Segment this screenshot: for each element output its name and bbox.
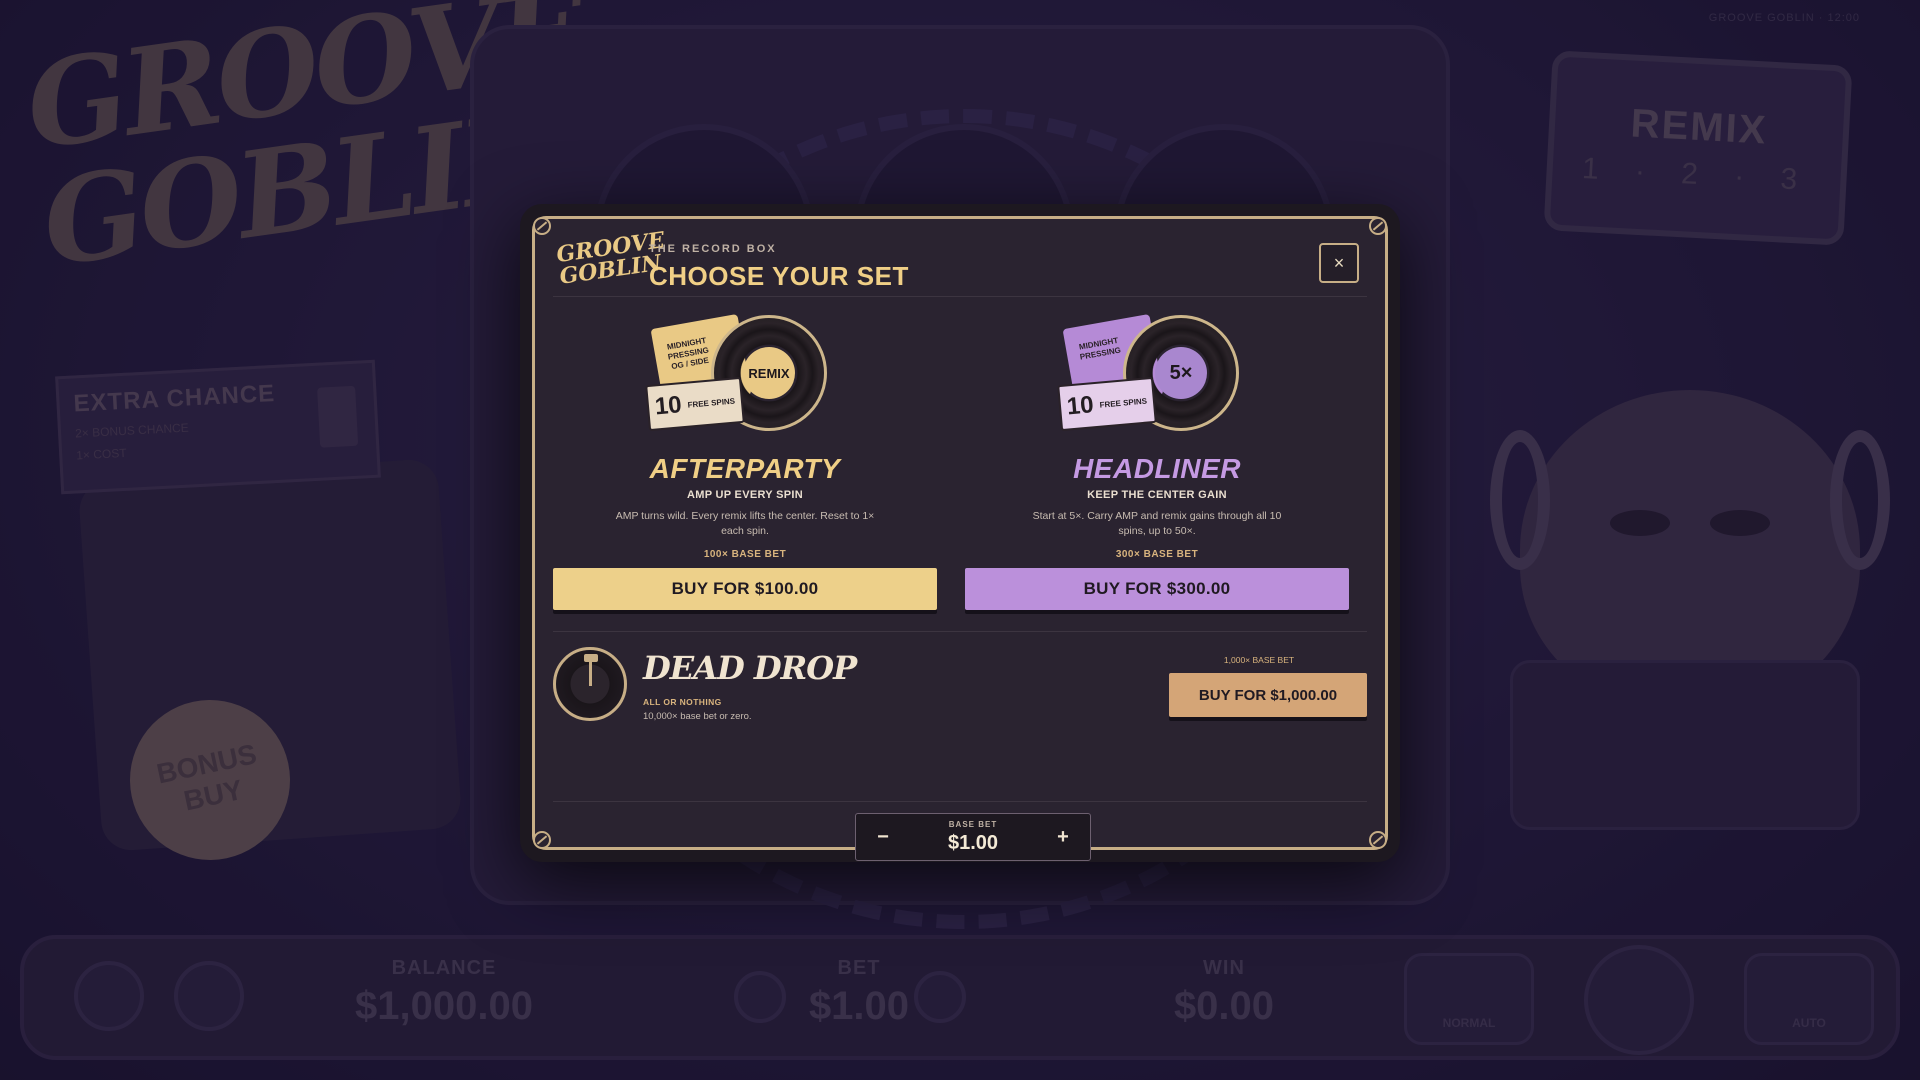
- screw-icon: [1369, 217, 1387, 235]
- option-subtitle: AMP UP EVERY SPIN: [687, 489, 803, 501]
- free-spins-count: 10: [653, 391, 683, 421]
- screw-icon: [1369, 831, 1387, 849]
- modal-logo: GROOVE GOBLIN: [554, 227, 667, 290]
- record-label: REMIX: [743, 347, 795, 399]
- free-spins-label: FREE SPINS: [1099, 396, 1148, 410]
- option-multiplier: 100× BASE BET: [703, 549, 787, 560]
- modal-frame: GROOVE GOBLIN THE RECORD BOX CHOOSE YOUR…: [532, 216, 1388, 861]
- option-description: AMP turns wild. Every remix lifts the ce…: [615, 510, 875, 537]
- option-subtitle: KEEP THE CENTER GAIN: [1087, 489, 1227, 501]
- free-spins-count: 10: [1065, 391, 1095, 421]
- section-divider: [553, 631, 1367, 632]
- modal-subtitle: THE RECORD BOX: [649, 243, 777, 255]
- option-description: Start at 5×. Carry AMP and remix gains t…: [1032, 510, 1282, 537]
- option-card-headliner: MIDNIGHT PRESSING 5× 10 FREE SPINS HEADL…: [965, 309, 1349, 619]
- dead-drop-title: DEAD DROP: [643, 649, 857, 687]
- free-spins-tag: 10 FREE SPINS: [645, 376, 745, 432]
- free-spins-tag: 10 FREE SPINS: [1057, 376, 1157, 432]
- bonus-buy-modal: GROOVE GOBLIN THE RECORD BOX CHOOSE YOUR…: [520, 204, 1400, 862]
- afterparty-artwork: MIDNIGHT PRESSING OG / SIDE REMIX 10 FRE…: [645, 313, 845, 445]
- increase-bet-button[interactable]: +: [1048, 822, 1078, 852]
- option-title: AFTERPARTY: [649, 453, 841, 484]
- modal-title: CHOOSE YOUR SET: [649, 261, 909, 291]
- record-label: 5×: [1155, 347, 1207, 399]
- option-title: HEADLINER: [1073, 453, 1241, 484]
- footer-divider: [553, 801, 1367, 802]
- buy-afterparty-button[interactable]: BUY FOR $100.00: [553, 568, 937, 610]
- close-button[interactable]: ×: [1319, 243, 1359, 283]
- option-multiplier: 300× BASE BET: [1115, 549, 1199, 560]
- screw-icon: [533, 831, 551, 849]
- base-bet-control: − BASE BET $1.00 +: [855, 813, 1091, 861]
- free-spins-label: FREE SPINS: [687, 396, 736, 410]
- dead-drop-subtitle: ALL OR NOTHING: [643, 697, 722, 707]
- buy-dead-drop-button[interactable]: BUY FOR $1,000.00: [1169, 673, 1367, 717]
- modal-header: GROOVE GOBLIN THE RECORD BOX CHOOSE YOUR…: [553, 227, 1367, 297]
- sleeve-text: MIDNIGHT PRESSING: [1078, 335, 1122, 362]
- screw-icon: [533, 217, 551, 235]
- close-icon: ×: [1333, 252, 1345, 273]
- dead-drop-dial-icon: [553, 647, 627, 721]
- dead-drop-multiplier: 1,000× BASE BET: [1223, 655, 1295, 665]
- dead-drop-description: 10,000× base bet or zero.: [643, 711, 752, 722]
- sleeve-text: MIDNIGHT PRESSING OG / SIDE: [666, 335, 710, 372]
- buy-headliner-button[interactable]: BUY FOR $300.00: [965, 568, 1349, 610]
- headliner-artwork: MIDNIGHT PRESSING 5× 10 FREE SPINS: [1057, 313, 1257, 445]
- option-card-afterparty: MIDNIGHT PRESSING OG / SIDE REMIX 10 FRE…: [553, 309, 937, 619]
